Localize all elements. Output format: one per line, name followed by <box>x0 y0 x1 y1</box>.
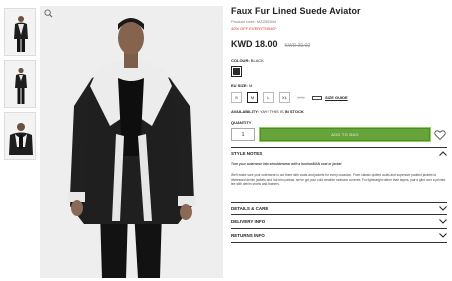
size-option-xxl: XXL <box>297 95 305 100</box>
size-value: M <box>249 83 253 88</box>
quantity-label: QUANTITY <box>231 120 252 125</box>
add-to-bag-button[interactable]: ADD TO BAG <box>260 128 430 141</box>
size-selector: S M L XL XXL SIZE GUIDE <box>231 92 447 103</box>
ruler-icon <box>312 95 322 100</box>
size-option-xl[interactable]: XL <box>279 92 290 103</box>
wishlist-heart-icon[interactable] <box>434 129 446 141</box>
colour-label-text: COLOUR: <box>231 58 250 63</box>
quantity-row: 1 ADD TO BAG <box>231 128 447 141</box>
model-thumbnail-image <box>15 67 27 104</box>
availability-status: IN STOCK <box>284 109 304 114</box>
colour-value: BLACK <box>250 58 264 63</box>
style-notes-body: Turn your outerwear into shoulderwear wi… <box>231 162 447 187</box>
delivery-info-section[interactable]: DELIVERY INFO <box>231 215 447 230</box>
availability: AVAILABILITY: YAY! THIS IS IN STOCK <box>231 109 447 114</box>
style-notes-section: STYLE NOTES Turn your outerwear into sho… <box>231 147 447 187</box>
original-price: KWD 30.00 <box>284 43 311 49</box>
current-price: KWD 18.00 <box>231 39 278 49</box>
chevron-down-icon <box>439 233 447 238</box>
chevron-down-icon <box>439 219 447 224</box>
price-row: KWD 18.00 KWD 30.00 <box>231 39 447 49</box>
thumbnail-front[interactable] <box>4 8 36 56</box>
chevron-down-icon <box>439 206 447 211</box>
style-notes-header[interactable]: STYLE NOTES <box>231 148 447 158</box>
chevron-up-icon <box>439 150 447 156</box>
returns-info-title: RETURNS INFO <box>231 233 265 239</box>
style-notes-lead: Turn your outerwear into shoulderwear wi… <box>231 162 342 166</box>
swatch-fill <box>233 68 240 75</box>
style-notes-text: We'll make sure your outerwear is out th… <box>231 172 446 187</box>
product-title: Faux Fur Lined Suede Aviator <box>231 6 361 16</box>
style-notes-title: STYLE NOTES <box>231 150 263 156</box>
model-thumbnail-image <box>9 123 33 155</box>
size-label: EU SIZE: M <box>231 83 447 88</box>
thumbnail-full-length[interactable] <box>4 60 36 108</box>
zoom-icon[interactable] <box>44 9 53 18</box>
delivery-info-title: DELIVERY INFO <box>231 219 266 225</box>
promo-text: 40% OFF EVERYTHING* <box>231 26 277 31</box>
product-info-panel: Faux Fur Lined Suede Aviator Product cod… <box>231 6 447 244</box>
details-care-title: DETAILS & CARE <box>231 206 269 212</box>
product-code: Product code: MZZ55944 <box>231 19 277 24</box>
size-option-m[interactable]: M <box>247 92 258 103</box>
main-product-image[interactable] <box>40 6 223 278</box>
availability-text: YAY! THIS IS <box>260 109 284 114</box>
model-thumbnail-image <box>14 16 28 52</box>
size-option-s[interactable]: S <box>231 92 242 103</box>
thumbnail-detail[interactable] <box>4 112 36 160</box>
details-care-section[interactable]: DETAILS & CARE <box>231 203 447 216</box>
size-guide-link[interactable]: SIZE GUIDE <box>312 95 348 100</box>
returns-info-section[interactable]: RETURNS INFO <box>231 229 447 244</box>
model-photo <box>68 18 195 278</box>
colour-swatch-black[interactable] <box>231 66 242 77</box>
size-guide-text: SIZE GUIDE <box>325 95 348 100</box>
thumbnail-gallery <box>4 8 38 164</box>
quantity-input[interactable]: 1 <box>231 128 255 141</box>
availability-label: AVAILABILITY: <box>231 109 259 114</box>
size-option-l[interactable]: L <box>263 92 274 103</box>
colour-label: COLOUR: BLACK <box>231 58 447 63</box>
size-label-text: EU SIZE: <box>231 83 248 88</box>
